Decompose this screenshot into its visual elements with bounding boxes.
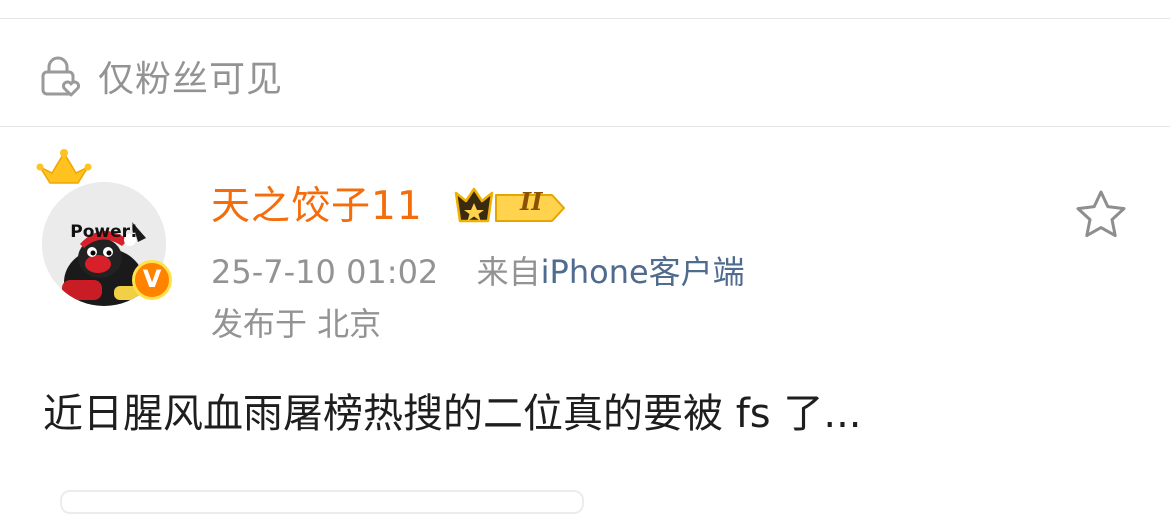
visibility-label: 仅粉丝可见	[98, 59, 284, 100]
avatar[interactable]: Power! V	[36, 145, 180, 306]
post-body-text[interactable]: 近日腥风血雨屠榜热搜的二位真的要被 fs 了...	[43, 387, 862, 441]
vip-badge[interactable]: II	[452, 183, 568, 233]
avatar-caption: Power!	[70, 222, 138, 242]
post-source-link[interactable]: iPhone客户端	[541, 253, 745, 291]
star-outline-icon	[1072, 190, 1130, 246]
favorite-button[interactable]	[1072, 188, 1130, 242]
visibility-notice: 仅粉丝可见	[38, 50, 283, 102]
post-timestamp: 25-7-10 01:02	[211, 253, 439, 291]
vip-level-label: II	[520, 187, 543, 216]
source-prefix: 来自	[476, 253, 541, 291]
post-meta: 25-7-10 01:02 来自iPhone客户端	[211, 250, 745, 294]
embedded-card-edge	[60, 490, 584, 514]
author-name[interactable]: 天之饺子11	[211, 182, 423, 232]
verified-badge: V	[132, 260, 172, 300]
section-divider	[0, 126, 1170, 127]
lock-heart-icon	[38, 55, 84, 97]
top-divider	[0, 18, 1170, 19]
crown-icon	[36, 145, 92, 197]
post-location: 发布于 北京	[211, 305, 382, 343]
